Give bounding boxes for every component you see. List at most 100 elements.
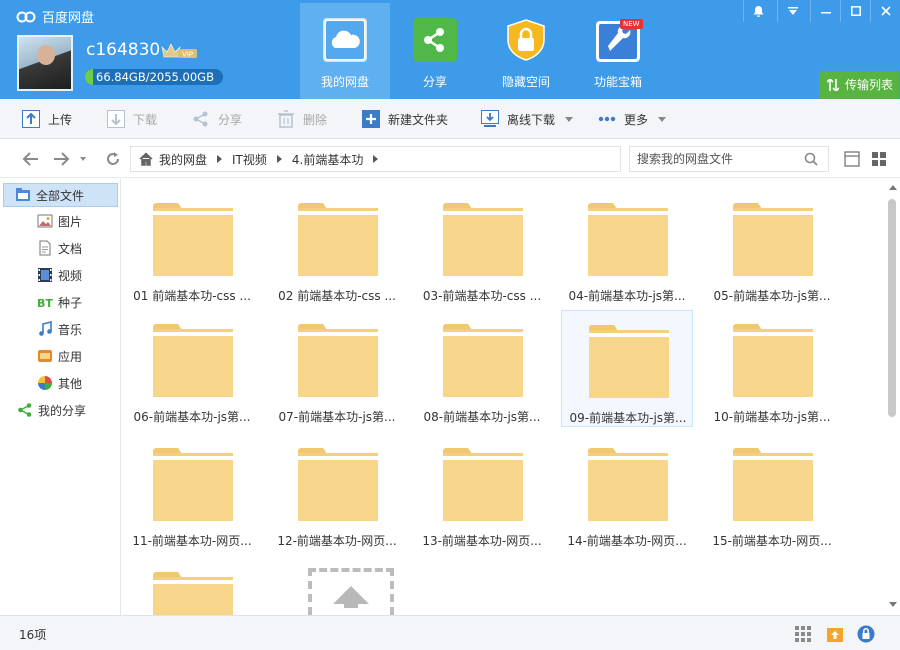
folder-item[interactable]: 06-前端基本功-js第... <box>126 310 258 427</box>
folder-item[interactable]: 12-前端基本功-网页... <box>271 434 403 551</box>
forward-arrow-icon[interactable] <box>52 150 70 168</box>
tab-share[interactable]: 分享 <box>390 3 480 99</box>
maximize-icon[interactable] <box>840 0 870 22</box>
avatar[interactable] <box>17 35 73 91</box>
sidebar-item-apps[interactable]: 应用 <box>37 344 82 368</box>
history-dropdown-icon[interactable] <box>78 154 88 164</box>
breadcrumb-label: 4.前端基本功 <box>291 152 364 167</box>
folder-item[interactable]: 03-前端基本功-css ... <box>416 189 548 306</box>
sidebar-item-videos[interactable]: 视频 <box>37 263 82 287</box>
lock-status-icon[interactable] <box>857 625 875 643</box>
home-icon[interactable] <box>139 152 153 166</box>
scroll-up-icon[interactable] <box>889 185 897 190</box>
new-folder-icon <box>362 110 380 128</box>
sidebar-item-documents[interactable]: 文档 <box>37 236 82 260</box>
transfer-list-label: 传输列表 <box>845 78 894 92</box>
app-title: 百度网盘 <box>16 7 94 26</box>
share-button[interactable]: 分享 <box>192 99 242 139</box>
breadcrumb-item[interactable]: 4.前端基本功 <box>291 151 379 168</box>
folder-name: 13-前端基本功-网页... <box>422 534 542 548</box>
folder-item[interactable]: 07-前端基本功-js第... <box>271 310 403 427</box>
folder-item[interactable] <box>126 558 258 615</box>
upload-drop-tile[interactable] <box>308 568 394 615</box>
upload-arrow-icon <box>333 586 369 608</box>
folder-item[interactable]: 11-前端基本功-网页... <box>126 434 258 551</box>
folder-icon <box>153 448 233 521</box>
tab-my-netdisk[interactable]: 我的网盘 <box>300 3 390 99</box>
notification-bell-icon[interactable] <box>743 0 773 22</box>
sidebar-item-all-files[interactable]: 全部文件 <box>3 183 118 207</box>
chevron-down-icon[interactable] <box>658 116 667 122</box>
folder-item[interactable]: 05-前端基本功-js第... <box>706 189 838 306</box>
search-icon[interactable] <box>804 152 818 166</box>
folder-icon <box>153 572 233 615</box>
folder-icon <box>588 203 668 276</box>
upload-button[interactable]: 上传 <box>22 99 72 139</box>
folder-name: 05-前端基本功-js第... <box>713 289 831 303</box>
folder-item[interactable]: 04-前端基本功-js第... <box>561 189 693 306</box>
vertical-scrollbar[interactable] <box>886 179 900 615</box>
tab-hidden-space[interactable]: 隐藏空间 <box>481 3 571 99</box>
folder-item[interactable]: 13-前端基本功-网页... <box>416 434 548 551</box>
search-input[interactable] <box>630 147 800 171</box>
grid-view-icon[interactable] <box>871 151 887 167</box>
more-label: 更多 <box>624 112 649 127</box>
breadcrumb: 我的网盘 IT视频 4.前端基本功 <box>130 146 621 172</box>
sidebar-item-torrents[interactable]: BT 种子 <box>37 290 82 314</box>
breadcrumb-separator-icon[interactable] <box>276 155 282 163</box>
new-folder-label: 新建文件夹 <box>388 112 449 127</box>
sidebar-item-my-share[interactable]: 我的分享 <box>17 398 86 422</box>
folder-icon <box>298 203 378 276</box>
more-button[interactable]: 更多 <box>598 99 667 139</box>
more-dots-icon <box>598 116 616 122</box>
scroll-down-icon[interactable] <box>889 602 897 607</box>
sidebar-item-label: 文档 <box>58 241 83 256</box>
folder-item[interactable]: 08-前端基本功-js第... <box>416 310 548 427</box>
delete-button[interactable]: 删除 <box>277 99 327 139</box>
upload-folder-icon[interactable] <box>826 625 844 643</box>
vip-crown-icon[interactable]: VIP <box>160 41 198 61</box>
refresh-icon[interactable] <box>104 150 122 168</box>
minimize-icon[interactable] <box>810 0 840 22</box>
sidebar-item-other[interactable]: 其他 <box>37 371 82 395</box>
offline-download-button[interactable]: 离线下载 <box>481 99 574 139</box>
back-arrow-icon[interactable] <box>22 150 40 168</box>
breadcrumb-item[interactable]: 我的网盘 <box>159 151 223 168</box>
storage-bar: 66.84GB/2055.00GB <box>85 69 223 85</box>
music-note-icon <box>39 321 52 336</box>
list-view-icon[interactable] <box>844 151 860 167</box>
chevron-down-icon[interactable] <box>565 116 574 122</box>
cloud-icon <box>323 18 367 62</box>
folder-item[interactable]: 14-前端基本功-网页... <box>561 434 693 551</box>
folder-item[interactable]: 01 前端基本功-css ... <box>126 189 258 306</box>
breadcrumb-separator-icon[interactable] <box>373 155 379 163</box>
transfer-list-button[interactable]: 传输列表 <box>819 71 899 99</box>
new-badge: NEW <box>620 19 643 29</box>
apps-grid-icon[interactable] <box>794 625 812 643</box>
menu-dropdown-icon[interactable] <box>777 0 807 22</box>
tab-label: 我的网盘 <box>320 75 369 89</box>
sidebar-item-music[interactable]: 音乐 <box>37 317 82 341</box>
folder-item[interactable]: 15-前端基本功-网页... <box>706 434 838 551</box>
download-label: 下载 <box>133 112 158 127</box>
breadcrumb-item[interactable]: IT视频 <box>232 151 282 168</box>
folder-name: 11-前端基本功-网页... <box>132 534 252 548</box>
offline-download-icon <box>481 110 499 127</box>
sidebar-item-label: 种子 <box>58 295 83 310</box>
folder-item[interactable]: 09-前端基本功-js第... <box>561 310 693 427</box>
folder-name: 02 前端基本功-css ... <box>278 289 396 303</box>
close-icon[interactable] <box>870 0 900 22</box>
folder-item[interactable]: 02 前端基本功-css ... <box>271 189 403 306</box>
folder-icon <box>589 325 669 398</box>
breadcrumb-separator-icon[interactable] <box>217 155 223 163</box>
scroll-thumb[interactable] <box>888 199 896 417</box>
baidu-netdisk-logo-icon <box>16 11 36 22</box>
folder-item[interactable]: 10-前端基本功-js第... <box>706 310 838 427</box>
tab-toolbox[interactable]: NEW 功能宝箱 <box>573 3 663 99</box>
username[interactable]: c164830 <box>86 40 160 60</box>
folder-name: 10-前端基本功-js第... <box>713 410 831 424</box>
sidebar-item-pictures[interactable]: 图片 <box>37 209 82 233</box>
new-folder-button[interactable]: 新建文件夹 <box>362 99 448 139</box>
folder-icon <box>443 324 523 397</box>
download-button[interactable]: 下载 <box>107 99 157 139</box>
